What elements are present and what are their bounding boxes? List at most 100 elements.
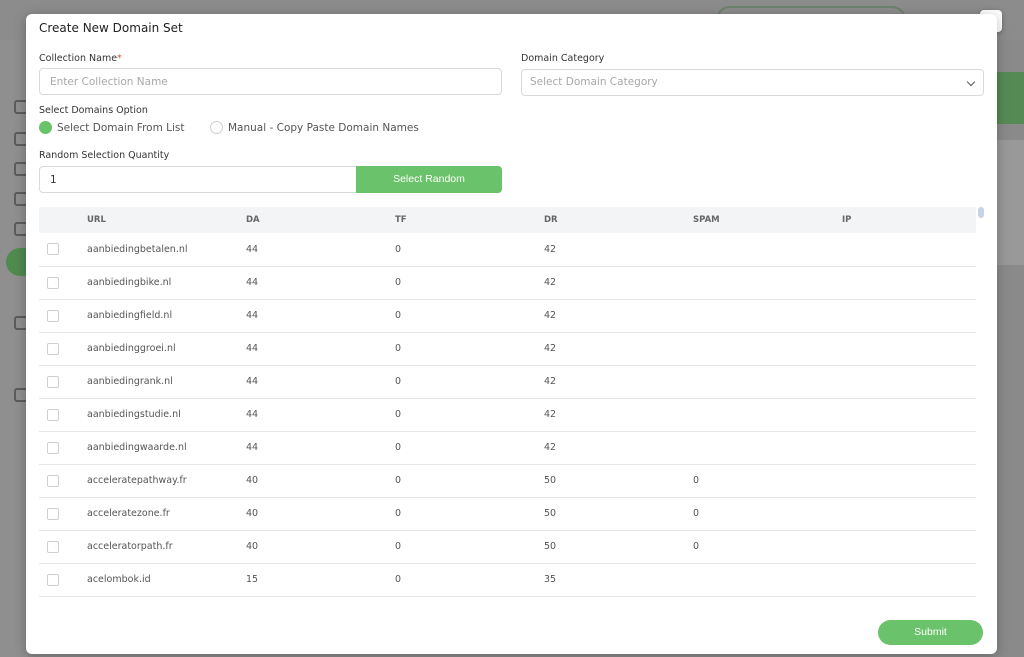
cell-da: 40 xyxy=(246,464,395,498)
table-scrollbar[interactable] xyxy=(978,207,984,599)
cell-spam: 0 xyxy=(693,530,842,564)
cell-url: aanbiedinggroei.nl xyxy=(87,332,246,366)
cell-tf: 0 xyxy=(395,233,544,267)
radio-unselected-indicator[interactable] xyxy=(210,121,223,134)
domain-category-select[interactable]: Select Domain Category xyxy=(521,69,984,96)
table-row[interactable]: acelombok.id 15 0 35 xyxy=(39,563,976,597)
cell-dr: 50 xyxy=(544,497,693,531)
row-checkbox[interactable] xyxy=(47,276,59,289)
cell-da: 44 xyxy=(246,398,395,432)
cell-dr: 35 xyxy=(544,563,693,597)
cell-url: aanbiedingfield.nl xyxy=(87,299,246,333)
row-checkbox[interactable] xyxy=(47,474,59,487)
header-ip[interactable]: IP xyxy=(842,207,976,233)
cell-spam xyxy=(693,398,842,432)
cell-tf: 0 xyxy=(395,431,544,465)
domain-table: URL DA TF DR SPAM IP aanbiedingbetalen.n… xyxy=(39,207,976,599)
cell-ip xyxy=(842,431,976,465)
cell-url: aanbiedingwaarde.nl xyxy=(87,431,246,465)
table-row[interactable]: aanbiedingbetalen.nl 44 0 42 xyxy=(39,233,976,267)
cell-url: aanbiedingrank.nl xyxy=(87,365,246,399)
row-checkbox[interactable] xyxy=(47,309,59,322)
cell-da: 40 xyxy=(246,530,395,564)
row-checkbox[interactable] xyxy=(47,342,59,355)
cell-dr: 42 xyxy=(544,266,693,300)
cell-spam: 0 xyxy=(693,464,842,498)
cell-da: 40 xyxy=(246,497,395,531)
row-checkbox[interactable] xyxy=(47,243,59,256)
cell-ip xyxy=(842,266,976,300)
cell-dr: 50 xyxy=(544,464,693,498)
cell-url: aanbiedingstudie.nl xyxy=(87,398,246,432)
cell-spam xyxy=(693,431,842,465)
cell-url: acceleratezone.fr xyxy=(87,497,246,531)
cell-da: 44 xyxy=(246,233,395,267)
cell-ip xyxy=(842,332,976,366)
cell-ip xyxy=(842,563,976,597)
required-mark: * xyxy=(117,53,122,64)
row-checkbox[interactable] xyxy=(47,507,59,520)
header-dr[interactable]: DR xyxy=(544,207,693,233)
header-tf[interactable]: TF xyxy=(395,207,544,233)
cell-da: 44 xyxy=(246,365,395,399)
table-row[interactable]: acceleratezone.fr 40 0 50 0 xyxy=(39,497,976,531)
radio-select-from-list[interactable]: Select Domain From List xyxy=(39,121,185,134)
table-row[interactable]: aanbiedingfield.nl 44 0 42 xyxy=(39,299,976,333)
create-domain-set-modal: Create New Domain Set Collection Name* D… xyxy=(26,14,997,654)
radio-manual-paste-label: Manual - Copy Paste Domain Names xyxy=(228,121,419,134)
cell-tf: 0 xyxy=(395,299,544,333)
table-row[interactable]: acceleratorpath.fr 40 0 50 0 xyxy=(39,530,976,564)
select-random-button[interactable]: Select Random xyxy=(356,166,502,193)
collection-name-input[interactable] xyxy=(39,68,502,95)
header-da[interactable]: DA xyxy=(246,207,395,233)
table-row[interactable]: aanbiedingstudie.nl 44 0 42 xyxy=(39,398,976,432)
collection-name-label-text: Collection Name xyxy=(39,53,118,64)
cell-spam xyxy=(693,332,842,366)
cell-ip xyxy=(842,497,976,531)
cell-dr: 42 xyxy=(544,398,693,432)
cell-spam xyxy=(693,233,842,267)
modal-title: Create New Domain Set xyxy=(39,21,183,35)
domain-category-placeholder: Select Domain Category xyxy=(530,76,658,88)
row-checkbox[interactable] xyxy=(47,408,59,421)
row-checkbox[interactable] xyxy=(47,441,59,454)
random-quantity-label: Random Selection Quantity xyxy=(39,150,170,161)
cell-tf: 0 xyxy=(395,497,544,531)
cell-url: acelombok.id xyxy=(87,563,246,597)
cell-url: aanbiedingbetalen.nl xyxy=(87,233,246,267)
cell-tf: 0 xyxy=(395,464,544,498)
header-url[interactable]: URL xyxy=(87,207,246,233)
table-row[interactable]: aanbiedinggroei.nl 44 0 42 xyxy=(39,332,976,366)
random-quantity-input[interactable] xyxy=(39,166,357,193)
cell-tf: 0 xyxy=(395,332,544,366)
cell-spam xyxy=(693,365,842,399)
cell-da: 44 xyxy=(246,266,395,300)
cell-tf: 0 xyxy=(395,266,544,300)
row-checkbox[interactable] xyxy=(47,375,59,388)
cell-spam xyxy=(693,266,842,300)
cell-tf: 0 xyxy=(395,398,544,432)
table-header-row: URL DA TF DR SPAM IP xyxy=(39,207,976,233)
header-spam[interactable]: SPAM xyxy=(693,207,842,233)
row-checkbox[interactable] xyxy=(47,540,59,553)
submit-button[interactable]: Submit xyxy=(878,620,983,645)
cell-ip xyxy=(842,365,976,399)
cell-dr: 42 xyxy=(544,233,693,267)
cell-tf: 0 xyxy=(395,530,544,564)
cell-ip xyxy=(842,398,976,432)
row-checkbox[interactable] xyxy=(47,573,59,586)
cell-url: acceleratepathway.fr xyxy=(87,464,246,498)
cell-ip xyxy=(842,233,976,267)
table-scrollbar-thumb[interactable] xyxy=(978,207,984,218)
table-row[interactable]: aanbiedingbike.nl 44 0 42 xyxy=(39,266,976,300)
cell-dr: 42 xyxy=(544,332,693,366)
cell-da: 15 xyxy=(246,563,395,597)
table-row[interactable]: acceleratepathway.fr 40 0 50 0 xyxy=(39,464,976,498)
cell-spam xyxy=(693,563,842,597)
table-row[interactable]: aanbiedingwaarde.nl 44 0 42 xyxy=(39,431,976,465)
table-row[interactable]: aanbiedingrank.nl 44 0 42 xyxy=(39,365,976,399)
radio-select-from-list-label: Select Domain From List xyxy=(57,121,185,134)
radio-manual-paste[interactable]: Manual - Copy Paste Domain Names xyxy=(210,121,419,134)
collection-name-label: Collection Name* xyxy=(39,53,122,64)
radio-selected-indicator[interactable] xyxy=(39,121,52,134)
